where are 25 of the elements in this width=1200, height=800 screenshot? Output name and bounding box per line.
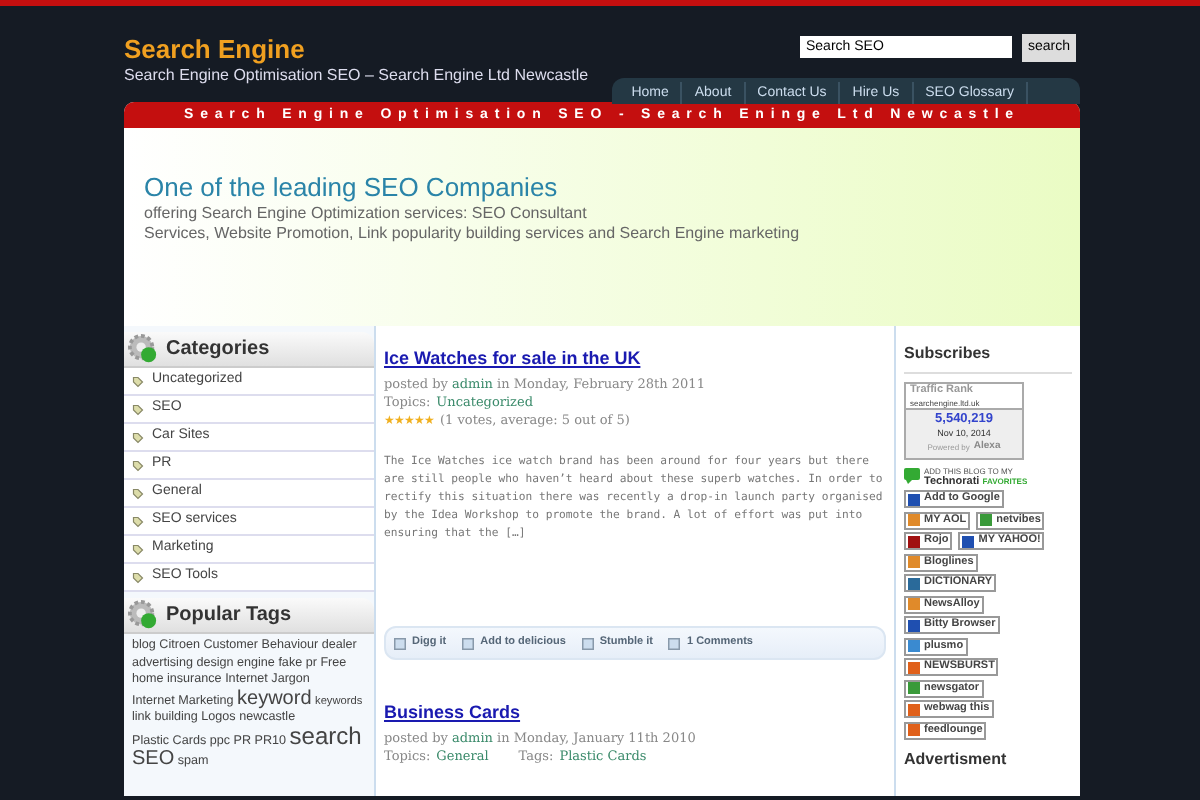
tag-link[interactable]: keyword [237, 687, 312, 709]
tag-icon [132, 543, 144, 555]
site-tagline: Search Engine Optimisation SEO – Search Engine Ltd Newcastle [124, 66, 589, 86]
widget-title: Advertisment [904, 749, 1009, 769]
post-title[interactable]: Business Cards [384, 700, 886, 724]
banner-text: Services, Website Promotion, Link popularity building services and Search Engine marketing [144, 224, 802, 244]
tag-icon [132, 571, 144, 583]
tag-icon [132, 403, 144, 415]
banner-headline: One of the leading SEO Companies [144, 172, 560, 204]
gear-icon [128, 334, 158, 364]
tag-link[interactable]: search [289, 721, 362, 749]
tag-link[interactable]: SEO [132, 748, 175, 770]
tag-icon [132, 487, 144, 499]
post-title[interactable]: Ice Watches for sale in the UK [384, 346, 886, 370]
speech-bubble-icon [904, 468, 920, 484]
widget-title: Popular Tags [166, 602, 292, 630]
tag-icon [132, 459, 144, 471]
widget-title: Subscribes [904, 326, 1072, 374]
tag-icon [132, 375, 144, 387]
banner-text: offering Search Engine Optimization services: SEO Consultant [144, 204, 589, 224]
tag-icon [132, 431, 144, 443]
site-title[interactable]: Search Engine [124, 34, 589, 66]
tag-icon [132, 515, 144, 527]
gear-icon [128, 600, 158, 630]
widget-title: Categories [166, 336, 270, 364]
